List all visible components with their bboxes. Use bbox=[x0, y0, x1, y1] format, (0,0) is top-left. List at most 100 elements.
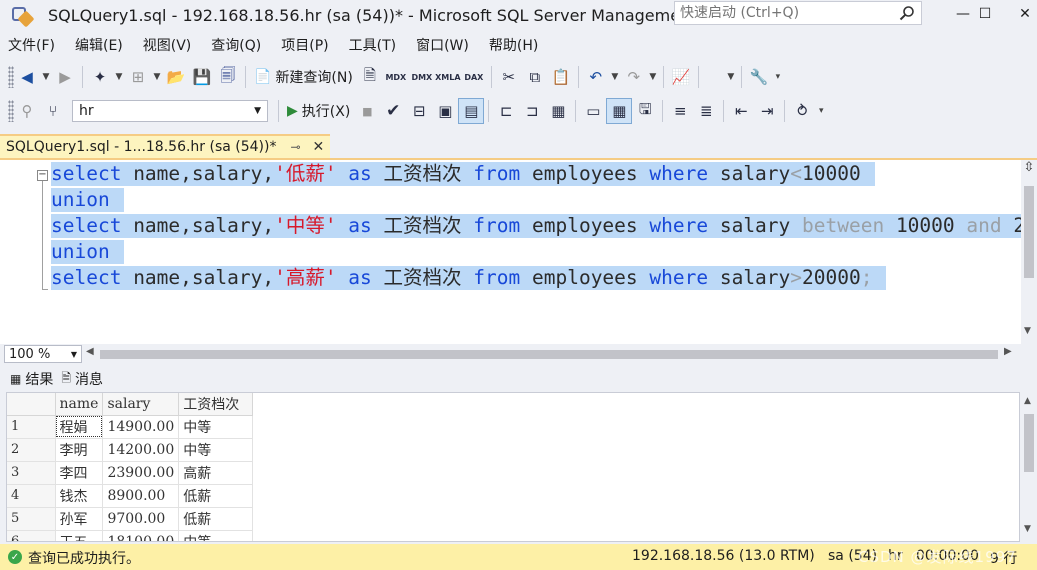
cut-icon[interactable]: ✂ bbox=[496, 64, 522, 90]
find-dropdown[interactable] bbox=[703, 64, 725, 90]
results-vertical-scrollbar[interactable]: ▲ ▼ bbox=[1021, 392, 1037, 542]
dmx-query-icon[interactable]: DMX bbox=[409, 64, 435, 90]
chevron-down-icon[interactable]: ▼ bbox=[609, 72, 621, 82]
editor-vertical-scrollbar[interactable]: ▼ bbox=[1021, 160, 1037, 344]
scrollbar-thumb[interactable] bbox=[1024, 414, 1034, 472]
paste-icon[interactable]: 📋 bbox=[548, 64, 574, 90]
zoom-select[interactable]: 100 % ▼ bbox=[4, 345, 82, 363]
properties-icon[interactable]: 🔧 bbox=[746, 64, 772, 90]
cell-salary[interactable]: 14900.00 bbox=[102, 415, 180, 439]
cell-salary[interactable]: 8900.00 bbox=[102, 484, 180, 508]
scroll-down-icon[interactable]: ▼ bbox=[1024, 524, 1031, 534]
cell-level[interactable]: 低薪 bbox=[178, 484, 254, 508]
editor-horizontal-scrollbar[interactable] bbox=[100, 350, 998, 359]
row-number[interactable]: 4 bbox=[7, 484, 56, 508]
menu-window[interactable]: 窗口(W) bbox=[408, 35, 481, 55]
scroll-left-icon[interactable]: ◀ bbox=[86, 346, 94, 357]
chevron-down-icon[interactable]: ▼ bbox=[647, 72, 659, 82]
change-connection-icon[interactable]: ⑂ bbox=[40, 98, 66, 124]
cell-name[interactable]: 李明 bbox=[55, 438, 104, 462]
back-icon[interactable]: ◀ bbox=[14, 64, 40, 90]
copy-icon[interactable]: ⧉ bbox=[522, 64, 548, 90]
save-all-icon[interactable]: 🗐 bbox=[215, 64, 241, 90]
row-number[interactable]: 2 bbox=[7, 438, 56, 462]
cell-name[interactable]: 程娟 bbox=[55, 415, 104, 439]
redo-icon[interactable]: ↷ bbox=[621, 64, 647, 90]
code-line-3[interactable]: select name,salary,'中等' as 工资档次 from emp… bbox=[51, 214, 1037, 238]
new-project-icon[interactable]: ✦ bbox=[87, 64, 113, 90]
menu-view[interactable]: 视图(V) bbox=[135, 35, 204, 55]
tab-sqlquery1[interactable]: SQLQuery1.sql - 1...18.56.hr (sa (54))* … bbox=[0, 134, 330, 158]
search-icon[interactable] bbox=[899, 5, 915, 21]
column-header-level[interactable]: 工资档次 bbox=[178, 393, 254, 416]
scroll-right-icon[interactable]: ▶ bbox=[1004, 346, 1012, 357]
undo-icon[interactable]: ↶ bbox=[583, 64, 609, 90]
add-item-icon[interactable]: ⊞ bbox=[125, 64, 151, 90]
intellisense-icon[interactable]: ▤ bbox=[458, 98, 485, 124]
menu-help[interactable]: 帮助(H) bbox=[481, 35, 550, 55]
results-to-grid-icon[interactable]: ▦ bbox=[606, 98, 633, 124]
column-header-salary[interactable]: salary bbox=[102, 393, 180, 416]
chevron-down-icon[interactable]: ▼ bbox=[113, 72, 125, 82]
chevron-down-icon[interactable]: ▼ bbox=[40, 72, 52, 82]
uncomment-lines-icon[interactable]: ≣ bbox=[693, 98, 719, 124]
code-line-2[interactable]: union bbox=[51, 188, 124, 212]
cell-name[interactable]: 孙军 bbox=[55, 507, 104, 531]
row-number-header[interactable] bbox=[7, 393, 56, 416]
client-statistics-icon[interactable]: ▦ bbox=[545, 98, 571, 124]
cell-name[interactable]: 王五 bbox=[55, 530, 104, 541]
cell-level[interactable]: 低薪 bbox=[178, 507, 254, 531]
results-to-file-icon[interactable]: 🖫 bbox=[632, 98, 658, 124]
menu-project[interactable]: 项目(P) bbox=[273, 35, 340, 55]
toolbar-overflow-icon[interactable]: ▾ bbox=[772, 72, 784, 82]
save-icon[interactable]: 💾 bbox=[189, 64, 215, 90]
chevron-down-icon[interactable]: ▼ bbox=[151, 72, 163, 82]
menu-edit[interactable]: 编辑(E) bbox=[67, 35, 135, 55]
live-query-stats-icon[interactable]: ⊐ bbox=[519, 98, 545, 124]
table-row[interactable]: 6 王五 18100.00 中等 bbox=[7, 530, 254, 541]
toolbar-overflow-icon[interactable]: ▾ bbox=[815, 106, 827, 116]
code-line-4[interactable]: union bbox=[51, 240, 124, 264]
cell-level[interactable]: 中等 bbox=[178, 438, 254, 462]
query-options-icon[interactable]: ▣ bbox=[432, 98, 458, 124]
scroll-down-icon[interactable]: ▼ bbox=[1024, 326, 1031, 336]
quick-launch-input[interactable] bbox=[675, 5, 885, 21]
cell-level[interactable]: 中等 bbox=[178, 530, 254, 541]
cell-salary[interactable]: 18100.00 bbox=[102, 530, 180, 541]
parse-check-icon[interactable]: ✔ bbox=[380, 98, 406, 124]
close-window-button[interactable]: ✕ bbox=[1002, 0, 1037, 28]
new-query-button[interactable]: 📄 新建查询(N) bbox=[250, 64, 357, 90]
pin-icon[interactable]: ⊸ bbox=[290, 140, 300, 154]
code-line-1[interactable]: select name,salary,'低薪' as 工资档次 from emp… bbox=[51, 162, 875, 186]
cell-level[interactable]: 中等 bbox=[178, 415, 254, 439]
menu-tools[interactable]: 工具(T) bbox=[341, 35, 408, 55]
sql-editor[interactable]: − select name,salary,'低薪' as 工资档次 from e… bbox=[0, 160, 1037, 344]
table-row[interactable]: 4 钱杰 8900.00 低薪 bbox=[7, 484, 254, 508]
increase-indent-icon[interactable]: ⇥ bbox=[754, 98, 780, 124]
tab-messages[interactable]: 🗎 消息 bbox=[61, 369, 103, 390]
dax-query-icon[interactable]: DAX bbox=[461, 64, 487, 90]
cell-salary[interactable]: 9700.00 bbox=[102, 507, 180, 531]
table-row[interactable]: 3 李四 23900.00 高薪 bbox=[7, 461, 254, 485]
row-number[interactable]: 6 bbox=[7, 530, 56, 541]
table-row[interactable]: 1 程娟 14900.00 中等 bbox=[7, 415, 254, 439]
results-grid[interactable]: name salary 工资档次 1 程娟 14900.00 中等 2 李明 1… bbox=[6, 392, 1020, 542]
menu-query[interactable]: 查询(Q) bbox=[203, 35, 273, 55]
mdx-query-icon[interactable]: MDX bbox=[383, 64, 409, 90]
row-number[interactable]: 3 bbox=[7, 461, 56, 485]
cell-name[interactable]: 李四 bbox=[55, 461, 104, 485]
code-line-5[interactable]: select name,salary,'高薪' as 工资档次 from emp… bbox=[51, 266, 887, 290]
database-engine-query-icon[interactable]: 🗎 bbox=[357, 64, 383, 90]
table-row[interactable]: 5 孙军 9700.00 低薪 bbox=[7, 507, 254, 531]
connect-icon[interactable]: ⚲ bbox=[14, 98, 40, 124]
results-to-text-icon[interactable]: ▭ bbox=[580, 98, 606, 124]
row-number[interactable]: 5 bbox=[7, 507, 56, 531]
execute-button[interactable]: ▶ 执行(X) bbox=[283, 98, 354, 124]
cell-level[interactable]: 高薪 bbox=[178, 461, 254, 485]
display-estimated-plan-icon[interactable]: ⊟ bbox=[406, 98, 432, 124]
decrease-indent-icon[interactable]: ⇤ bbox=[728, 98, 754, 124]
quick-launch-box[interactable] bbox=[674, 1, 922, 25]
available-databases-select[interactable]: hr ▼ bbox=[72, 100, 268, 122]
split-window-icon[interactable]: ⇳ bbox=[1021, 160, 1037, 180]
tab-results[interactable]: ▦ 结果 bbox=[10, 369, 53, 389]
